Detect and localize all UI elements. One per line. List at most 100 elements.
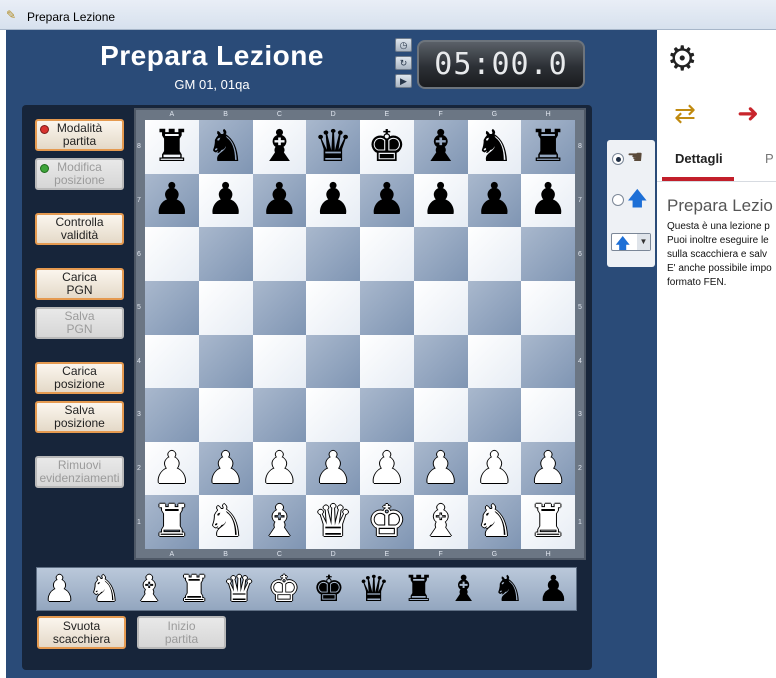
white-knight-icon[interactable]: ♞: [475, 500, 514, 544]
chessboard[interactable]: ♜ ♞ ♝ ♛ ♚ ♝ ♞ ♜ ♟ ♟ ♟ ♟ ♟ ♟ ♟ ♟ ♟ ♟ ♟ ♟ ♟ ♟ ♟ ♟ ♜ ♞ ♝ ♛ ♚ ♝ ♞ ♜: [145, 120, 575, 549]
tab-second[interactable]: P: [765, 151, 774, 166]
square-g1[interactable]: ♞: [467, 495, 522, 549]
black-bishop-icon[interactable]: ♝: [421, 124, 460, 169]
black-pawn-icon[interactable]: ♟: [206, 178, 245, 222]
black-pawn-icon[interactable]: ♟: [475, 178, 514, 222]
black-queen-icon[interactable]: ♛: [358, 569, 390, 610]
square-e1[interactable]: ♚: [360, 495, 414, 549]
white-knight-icon[interactable]: ♞: [206, 500, 245, 544]
square-h2[interactable]: ♟: [521, 441, 575, 496]
black-rook-icon[interactable]: ♜: [152, 124, 191, 169]
square-g5[interactable]: [467, 280, 522, 335]
black-bishop-icon[interactable]: ♝: [260, 124, 299, 169]
square-f7[interactable]: ♟: [413, 173, 468, 228]
square-e7[interactable]: ♟: [360, 173, 414, 228]
white-rook-icon[interactable]: ♜: [178, 569, 210, 610]
square-c6[interactable]: [252, 227, 307, 281]
white-queen-icon[interactable]: ♛: [223, 569, 255, 610]
square-g2[interactable]: ♟: [467, 441, 522, 496]
white-pawn-icon[interactable]: ♟: [528, 446, 567, 491]
square-e5[interactable]: [360, 280, 414, 335]
square-h7[interactable]: ♟: [521, 173, 575, 228]
clock-reset-icon[interactable]: ↻: [395, 56, 412, 70]
square-d6[interactable]: [306, 227, 360, 281]
hand-mode-radio[interactable]: [612, 153, 624, 165]
square-a8[interactable]: ♜: [145, 120, 199, 174]
square-a4[interactable]: [145, 334, 199, 389]
load-position-button[interactable]: Carica posizione: [35, 362, 124, 394]
square-f8[interactable]: ♝: [413, 120, 468, 174]
white-pawn-icon[interactable]: ♟: [313, 446, 352, 491]
black-king-icon[interactable]: ♚: [313, 569, 345, 610]
black-knight-icon[interactable]: ♞: [475, 124, 514, 169]
arrow-color-dropdown[interactable]: 🡅 ▼: [611, 233, 651, 252]
load-pgn-button[interactable]: Carica PGN: [35, 268, 124, 300]
clock-play-icon[interactable]: ▶: [395, 74, 412, 88]
square-h4[interactable]: [521, 334, 575, 389]
square-a6[interactable]: [145, 227, 199, 281]
square-d8[interactable]: ♛: [306, 120, 360, 174]
square-b8[interactable]: ♞: [198, 120, 253, 174]
square-h1[interactable]: ♜: [521, 495, 575, 549]
black-rook-icon[interactable]: ♜: [528, 124, 567, 169]
square-e8[interactable]: ♚: [360, 120, 414, 174]
square-c7[interactable]: ♟: [252, 173, 307, 228]
white-pawn-icon[interactable]: ♟: [367, 446, 406, 491]
black-knight-icon[interactable]: ♞: [206, 124, 245, 169]
white-pawn-icon[interactable]: ♟: [421, 446, 460, 491]
black-pawn-icon[interactable]: ♟: [367, 178, 406, 222]
square-c2[interactable]: ♟: [252, 441, 307, 496]
piece-tray[interactable]: ♟ ♞ ♝ ♜ ♛ ♚ ♚ ♛ ♜ ♝ ♞ ♟: [36, 567, 577, 611]
white-pawn-icon[interactable]: ♟: [43, 569, 75, 610]
white-king-icon[interactable]: ♚: [367, 500, 406, 544]
square-h5[interactable]: [521, 280, 575, 335]
square-c4[interactable]: [252, 334, 307, 389]
game-mode-button[interactable]: Modalità partita: [35, 119, 124, 151]
square-e2[interactable]: ♟: [360, 441, 414, 496]
square-a5[interactable]: [145, 280, 199, 335]
clock-settings-icon[interactable]: ◷: [395, 38, 412, 52]
square-g7[interactable]: ♟: [467, 173, 522, 228]
square-f1[interactable]: ♝: [413, 495, 468, 549]
save-position-button[interactable]: Salva posizione: [35, 401, 124, 433]
clear-board-button[interactable]: Svuota scacchiera: [37, 616, 126, 649]
square-b7[interactable]: ♟: [198, 173, 253, 228]
black-pawn-icon[interactable]: ♟: [152, 178, 191, 222]
white-king-icon[interactable]: ♚: [268, 569, 300, 610]
edit-position-button[interactable]: Modifica posizione: [35, 158, 124, 190]
black-pawn-icon[interactable]: ♟: [537, 569, 569, 610]
square-f5[interactable]: [413, 280, 468, 335]
square-d5[interactable]: [306, 280, 360, 335]
square-d7[interactable]: ♟: [306, 173, 360, 228]
square-f2[interactable]: ♟: [413, 441, 468, 496]
square-c5[interactable]: [252, 280, 307, 335]
remove-highlights-button[interactable]: Rimuovi evidenziamenti: [35, 456, 124, 488]
check-validity-button[interactable]: Controlla validità: [35, 213, 124, 245]
square-b6[interactable]: [198, 227, 253, 281]
white-rook-icon[interactable]: ♜: [152, 500, 191, 544]
white-bishop-icon[interactable]: ♝: [260, 500, 299, 544]
white-pawn-icon[interactable]: ♟: [260, 446, 299, 491]
flip-board-icon[interactable]: ⇄: [667, 97, 703, 129]
square-h8[interactable]: ♜: [521, 120, 575, 174]
white-queen-icon[interactable]: ♛: [313, 500, 352, 544]
white-knight-icon[interactable]: ♞: [88, 569, 120, 610]
black-rook-icon[interactable]: ♜: [403, 569, 435, 610]
black-pawn-icon[interactable]: ♟: [421, 178, 460, 222]
black-pawn-icon[interactable]: ♟: [260, 178, 299, 222]
square-d4[interactable]: [306, 334, 360, 389]
square-g4[interactable]: [467, 334, 522, 389]
square-b2[interactable]: ♟: [198, 441, 253, 496]
white-rook-icon[interactable]: ♜: [528, 500, 567, 544]
white-pawn-icon[interactable]: ♟: [206, 446, 245, 491]
square-a7[interactable]: ♟: [145, 173, 199, 228]
square-d2[interactable]: ♟: [306, 441, 360, 496]
square-g8[interactable]: ♞: [467, 120, 522, 174]
black-pawn-icon[interactable]: ♟: [528, 178, 567, 222]
black-king-icon[interactable]: ♚: [367, 124, 406, 169]
white-bishop-icon[interactable]: ♝: [133, 569, 165, 610]
black-knight-icon[interactable]: ♞: [492, 569, 524, 610]
square-h3[interactable]: [521, 388, 575, 442]
black-queen-icon[interactable]: ♛: [313, 124, 352, 169]
square-b5[interactable]: [198, 280, 253, 335]
